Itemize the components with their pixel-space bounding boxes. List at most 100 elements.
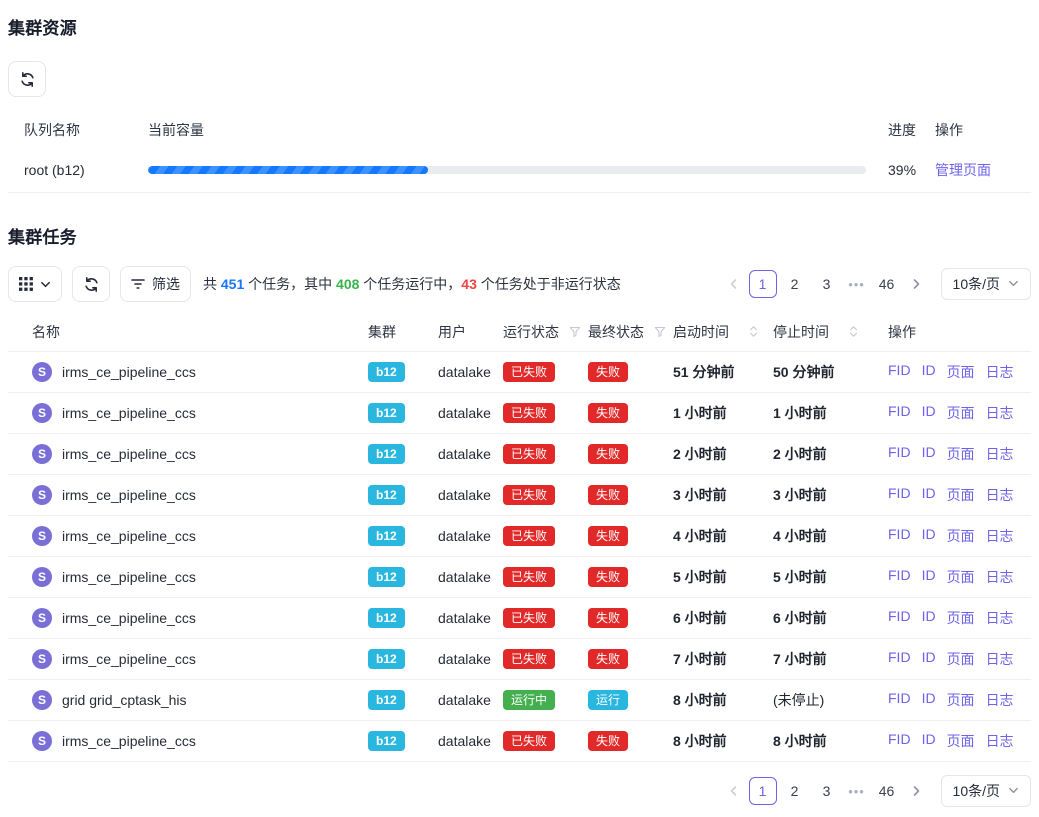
action-id-link[interactable]: ID [922,485,936,505]
pagination-prev[interactable] [721,270,747,298]
col-actions: 操作 [888,322,1031,342]
task-name: irms_ce_pipeline_ccs [62,610,196,626]
start-time-sort-icon[interactable] [749,326,758,337]
user-name: datalake [438,487,503,503]
stop-time-sort-icon[interactable] [849,326,858,337]
action-id-link[interactable]: ID [922,362,936,382]
task-name: irms_ce_pipeline_ccs [62,487,196,503]
pagination-page-1[interactable]: 1 [749,777,777,805]
action-fid-link[interactable]: FID [888,362,911,382]
action-id-link[interactable]: ID [922,403,936,423]
action-page-link[interactable]: 页面 [947,690,975,710]
action-page-link[interactable]: 页面 [947,485,975,505]
action-page-link[interactable]: 页面 [947,403,975,423]
final-status-badge: 失败 [588,403,628,423]
stats-text: 个任务处于非运行状态 [477,276,621,292]
table-row: S grid grid_cptask_his b12 datalake 运行中 … [8,680,1031,721]
pagination-page-46[interactable]: 46 [873,777,901,805]
pagination-ellipsis[interactable]: ••• [843,777,871,805]
task-name: irms_ce_pipeline_ccs [62,733,196,749]
action-page-link[interactable]: 页面 [947,731,975,751]
action-id-link[interactable]: ID [922,608,936,628]
action-id-link[interactable]: ID [922,649,936,669]
action-id-link[interactable]: ID [922,567,936,587]
action-id-link[interactable]: ID [922,731,936,751]
run-status-badge: 已失败 [503,567,555,587]
action-log-link[interactable]: 日志 [986,731,1014,751]
action-fid-link[interactable]: FID [888,567,911,587]
avatar: S [32,485,52,505]
final-status-filter-icon[interactable] [654,326,666,338]
user-name: datalake [438,569,503,585]
action-fid-link[interactable]: FID [888,731,911,751]
action-id-link[interactable]: ID [922,444,936,464]
run-status-filter-icon[interactable] [569,326,581,338]
action-fid-link[interactable]: FID [888,690,911,710]
tasks-table-header: 名称 集群 用户 运行状态 最终状态 启动时间 停止时间 [8,312,1031,352]
action-log-link[interactable]: 日志 [986,444,1014,464]
capacity-progress-track [148,166,866,174]
columns-settings-button[interactable] [8,266,62,302]
user-name: datalake [438,364,503,380]
task-name: irms_ce_pipeline_ccs [62,528,196,544]
action-log-link[interactable]: 日志 [986,649,1014,669]
page-size-select[interactable]: 10条/页 [941,268,1031,300]
action-log-link[interactable]: 日志 [986,526,1014,546]
pagination: 123•••46 [721,270,929,298]
action-log-link[interactable]: 日志 [986,403,1014,423]
user-name: datalake [438,610,503,626]
resources-refresh-button[interactable] [8,61,46,97]
pagination-ellipsis[interactable]: ••• [843,270,871,298]
row-actions: FID ID 页面日志 [888,444,1031,464]
stop-time: 50 分钟前 [773,362,888,382]
run-status-badge: 已失败 [503,485,555,505]
row-actions: FID ID 页面日志 [888,649,1031,669]
action-log-link[interactable]: 日志 [986,362,1014,382]
run-status-badge: 已失败 [503,649,555,669]
filter-button[interactable]: 筛选 [120,266,191,302]
action-fid-link[interactable]: FID [888,485,911,505]
col-current-capacity: 当前容量 [148,120,875,140]
action-page-link[interactable]: 页面 [947,526,975,546]
page-size-value: 10条/页 [953,274,1000,294]
run-status-badge: 已失败 [503,362,555,382]
chevron-down-icon [1008,276,1019,292]
action-id-link[interactable]: ID [922,526,936,546]
pagination-prev[interactable] [721,777,747,805]
refresh-icon [84,277,99,292]
action-page-link[interactable]: 页面 [947,362,975,382]
action-log-link[interactable]: 日志 [986,567,1014,587]
action-fid-link[interactable]: FID [888,526,911,546]
row-actions: FID ID 页面日志 [888,731,1031,751]
action-log-link[interactable]: 日志 [986,690,1014,710]
action-page-link[interactable]: 页面 [947,444,975,464]
action-page-link[interactable]: 页面 [947,608,975,628]
action-page-link[interactable]: 页面 [947,649,975,669]
start-time: 7 小时前 [673,649,773,669]
start-time: 1 小时前 [673,403,773,423]
tasks-refresh-button[interactable] [72,266,110,302]
pagination-page-2[interactable]: 2 [781,777,809,805]
pagination-page-3[interactable]: 3 [813,270,841,298]
page-size-select[interactable]: 10条/页 [941,775,1031,807]
action-fid-link[interactable]: FID [888,608,911,628]
action-fid-link[interactable]: FID [888,444,911,464]
user-name: datalake [438,733,503,749]
action-log-link[interactable]: 日志 [986,608,1014,628]
table-row: S irms_ce_pipeline_ccs b12 datalake 已失败 … [8,516,1031,557]
pagination-page-2[interactable]: 2 [781,270,809,298]
pagination-page-46[interactable]: 46 [873,270,901,298]
table-row: S irms_ce_pipeline_ccs b12 datalake 已失败 … [8,639,1031,680]
action-fid-link[interactable]: FID [888,403,911,423]
progress-value: 39% [875,162,935,178]
action-log-link[interactable]: 日志 [986,485,1014,505]
pagination-page-1[interactable]: 1 [749,270,777,298]
manage-page-link[interactable]: 管理页面 [935,162,991,178]
action-page-link[interactable]: 页面 [947,567,975,587]
action-fid-link[interactable]: FID [888,649,911,669]
action-id-link[interactable]: ID [922,690,936,710]
stop-time: 8 小时前 [773,731,888,751]
pagination-next[interactable] [903,777,929,805]
pagination-next[interactable] [903,270,929,298]
pagination-page-3[interactable]: 3 [813,777,841,805]
